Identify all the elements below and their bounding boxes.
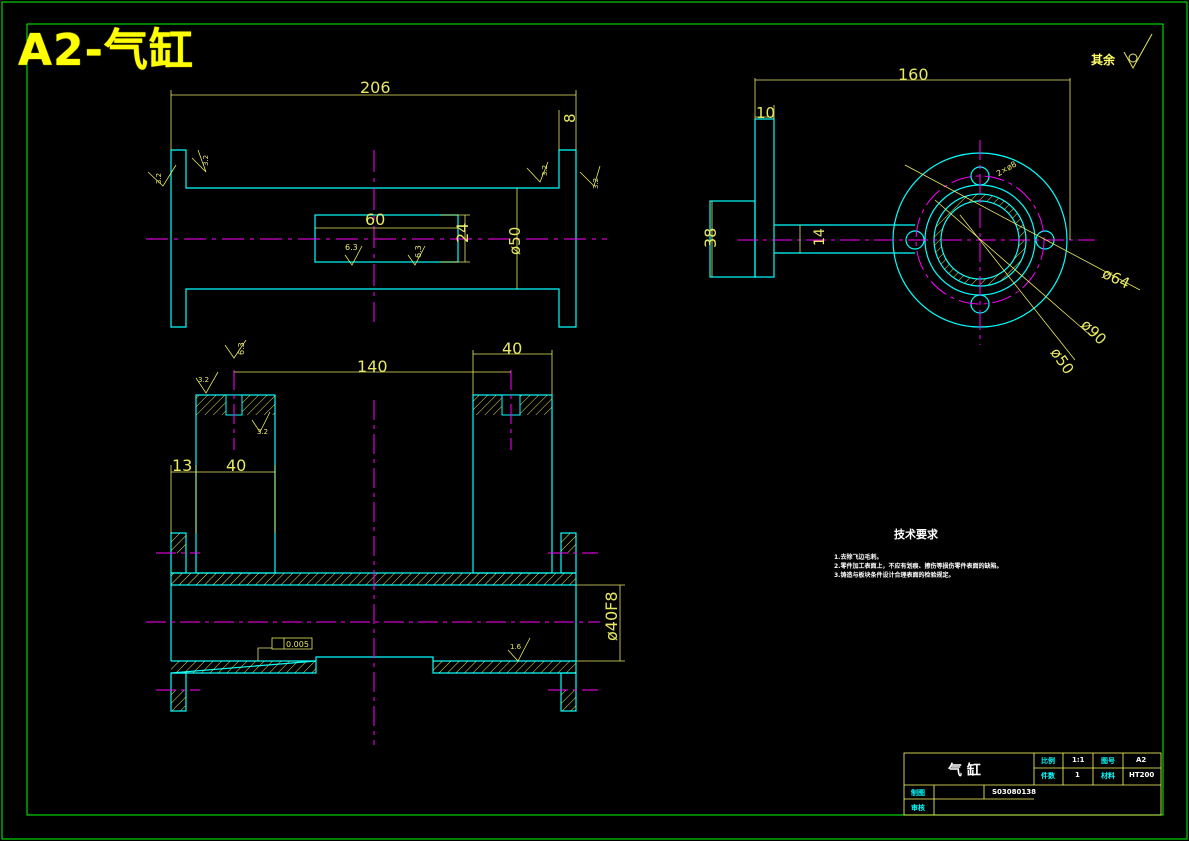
dim-tolerance: 0.005 [286,640,309,649]
top-view-centerlines [146,150,607,322]
title-block-sheet: A2 [1136,756,1147,764]
roughness-3: 3.2 [541,165,549,176]
dim-front-left-w: 40 [226,456,246,475]
dim-side-flange: 10 [756,104,775,122]
tech-req-item-1: 1.去除飞边毛刺。 [834,554,883,561]
title-block-name: 气 缸 [948,763,981,779]
front-view-centerlines [146,370,600,745]
roughness-7: 6.3 [237,342,246,355]
title-block-qty: 1 [1075,771,1080,779]
dim-circle-64: ø64 [1099,264,1132,292]
roughness-9: 3.2 [257,428,268,436]
roughness-6: 6.3 [414,245,423,258]
outer-frame [1,1,1188,840]
roughness-1: 3.2 [155,173,163,184]
drawing-banner-title: A2-气缸 [18,25,194,76]
dim-top-slot-w: 24 [453,223,472,243]
title-block-checked-label: 审核 [911,804,925,812]
tech-req-item-2: 2.零件加工表面上，不应有划痕、擦伤等损伤零件表面的缺陷。 [834,563,1003,570]
tech-req-list: 1.去除飞边毛刺。 2.零件加工表面上，不应有划痕、擦伤等损伤零件表面的缺陷。 … [834,553,1002,580]
dim-front-span: 140 [357,357,388,376]
roughness-5: 6.3 [345,243,358,252]
dim-front-offset: 13 [172,456,192,475]
roughness-10: 1.6 [510,643,522,651]
dim-circle-90: ø90 [1077,316,1110,349]
tech-req-title: 技术要求 [894,528,938,541]
dim-top-overall: 206 [360,78,391,97]
title-block-sheet-label: 图号 [1101,757,1115,765]
title-block-material-label: 材料 [1101,772,1115,780]
roughness-4: 3.2 [592,178,600,189]
roughness-8: 3.2 [198,376,209,384]
inner-frame [26,23,1164,816]
dim-top-slot-len: 60 [365,210,385,229]
side-view-dims [711,78,1141,361]
roughness-symbol-global [1123,33,1153,70]
dim-top-bore: ø50 [506,227,524,255]
title-block-scale-label: 比例 [1041,757,1055,765]
dim-side-overall: 160 [898,65,929,84]
title-block-qty-label: 件数 [1041,772,1055,780]
dim-hole-label: 2×ø8 [995,160,1018,179]
drawing-canvas: 206 8 60 24 ø50 3.2 3.2 3.2 3.2 6.3 6.3 [1,1,1188,840]
dim-front-bore: ø40F8 [602,591,621,641]
roughness-2: 3.2 [202,155,210,166]
title-block-lines [903,752,1162,816]
roughness-note: 其余 [1091,53,1116,67]
title-block-scale: 1:1 [1072,756,1085,764]
dim-side-height: 38 [701,228,720,248]
dim-front-right-w: 40 [502,339,522,358]
dim-top-flange: 8 [561,113,579,123]
title-block-drawn-label: 制图 [911,789,925,797]
dim-circle-50: ø50 [1047,344,1078,377]
tech-req-item-3: 3.铸造与板块条件设计合理表面的检验规定。 [834,572,955,579]
dim-side-shaft: 14 [812,228,828,246]
title-block-material: HT200 [1129,771,1155,779]
front-roughness-marks [195,339,531,662]
title-block-drawing-no: S03080138 [992,788,1037,796]
